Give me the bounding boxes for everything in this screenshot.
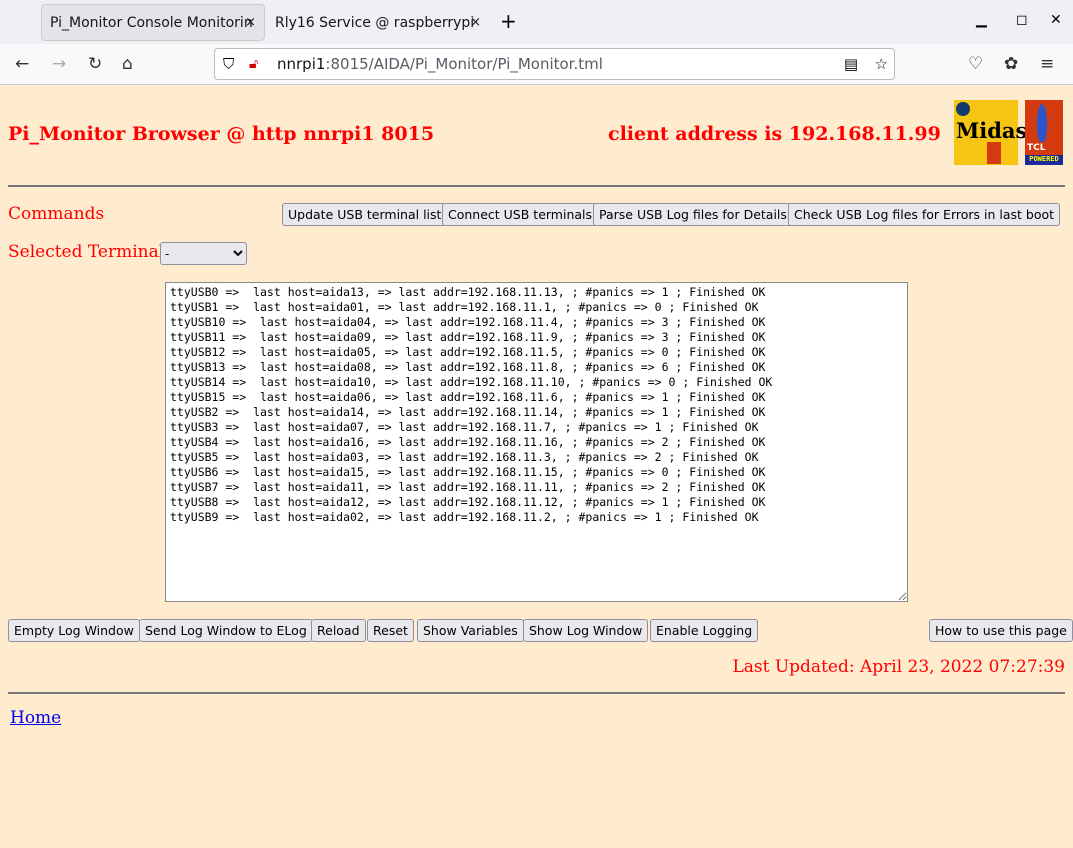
url-path: :8015/AIDA/Pi_Monitor/Pi_Monitor.tml	[325, 55, 603, 73]
bookmark-star-icon[interactable]: ☆	[875, 55, 888, 73]
log-window[interactable]: ttyUSB0 => last host=aida13, => last add…	[165, 282, 908, 602]
enable-logging-button[interactable]: Enable Logging	[650, 619, 759, 642]
reader-view-icon[interactable]: ▤	[844, 55, 858, 73]
maximize-icon[interactable]: ◻	[1016, 12, 1028, 28]
insecure-lock-icon[interactable]: 🔓︎	[249, 56, 258, 72]
tcl-powered-logo: TCL POWERED	[1025, 100, 1063, 165]
home-icon[interactable]: ⌂	[122, 54, 133, 74]
selected-terminal-label: Selected Terminal	[8, 242, 165, 262]
tab-label: Rly16 Service @ raspberrypi	[275, 14, 475, 31]
reset-button[interactable]: Reset	[367, 619, 414, 642]
show-variables-button[interactable]: Show Variables	[417, 619, 524, 642]
reload-button[interactable]: Reload	[311, 619, 366, 642]
shield-icon[interactable]: ⛉	[223, 55, 234, 73]
parse-usb-log-button[interactable]: Parse USB Log files for Details	[593, 203, 793, 226]
close-icon[interactable]: ×	[245, 15, 256, 30]
minimize-icon[interactable]: ▁	[976, 12, 987, 28]
empty-log-window-button[interactable]: Empty Log Window	[8, 619, 140, 642]
show-log-window-button[interactable]: Show Log Window	[523, 619, 649, 642]
tab-rly16[interactable]: Rly16 Service @ raspberrypi ×	[267, 4, 489, 41]
nav-bar: ← → ↻ ⌂ ⛉ 🔓︎ nnrpi1:8015/AIDA/Pi_Monitor…	[0, 44, 1073, 85]
terminal-select[interactable]: -	[160, 242, 247, 265]
update-usb-terminal-list-button[interactable]: Update USB terminal list	[282, 203, 448, 226]
home-link[interactable]: Home	[10, 708, 61, 728]
tab-pi-monitor[interactable]: Pi_Monitor Console Monitorin ×	[41, 4, 265, 41]
new-tab-icon[interactable]: +	[500, 9, 517, 33]
close-icon[interactable]: ×	[470, 15, 481, 30]
tab-bar: Pi_Monitor Console Monitorin × Rly16 Serv…	[0, 0, 1073, 44]
url-host: nnrpi1	[277, 55, 326, 73]
connect-usb-terminals-button[interactable]: Connect USB terminals	[442, 203, 599, 226]
commands-label: Commands	[8, 204, 105, 224]
reload-icon[interactable]: ↻	[88, 54, 102, 74]
back-icon[interactable]: ←	[15, 54, 29, 74]
divider	[8, 692, 1065, 694]
page-title: Pi_Monitor Browser @ http nnrpi1 8015	[8, 123, 435, 145]
last-updated: Last Updated: April 23, 2022 07:27:39	[732, 657, 1065, 677]
url-bar[interactable]: ⛉ 🔓︎ nnrpi1:8015/AIDA/Pi_Monitor/Pi_Moni…	[214, 48, 895, 80]
client-address: client address is 192.168.11.99	[608, 123, 941, 145]
menu-icon[interactable]: ≡	[1040, 54, 1054, 74]
tab-label: Pi_Monitor Console Monitorin	[50, 14, 253, 31]
page-content: Pi_Monitor Browser @ http nnrpi1 8015 cl…	[0, 85, 1073, 848]
extension-icon[interactable]: ✿	[1004, 54, 1018, 74]
check-usb-log-errors-button[interactable]: Check USB Log files for Errors in last b…	[788, 203, 1061, 226]
how-to-use-button[interactable]: How to use this page	[929, 619, 1073, 642]
pocket-icon[interactable]: ♡	[968, 54, 983, 74]
divider	[8, 185, 1065, 187]
send-log-to-elog-button[interactable]: Send Log Window to ELog	[139, 619, 313, 642]
forward-icon[interactable]: →	[52, 54, 66, 74]
window-close-icon[interactable]: ✕	[1050, 12, 1062, 28]
midas-logo: Midas	[954, 100, 1027, 165]
